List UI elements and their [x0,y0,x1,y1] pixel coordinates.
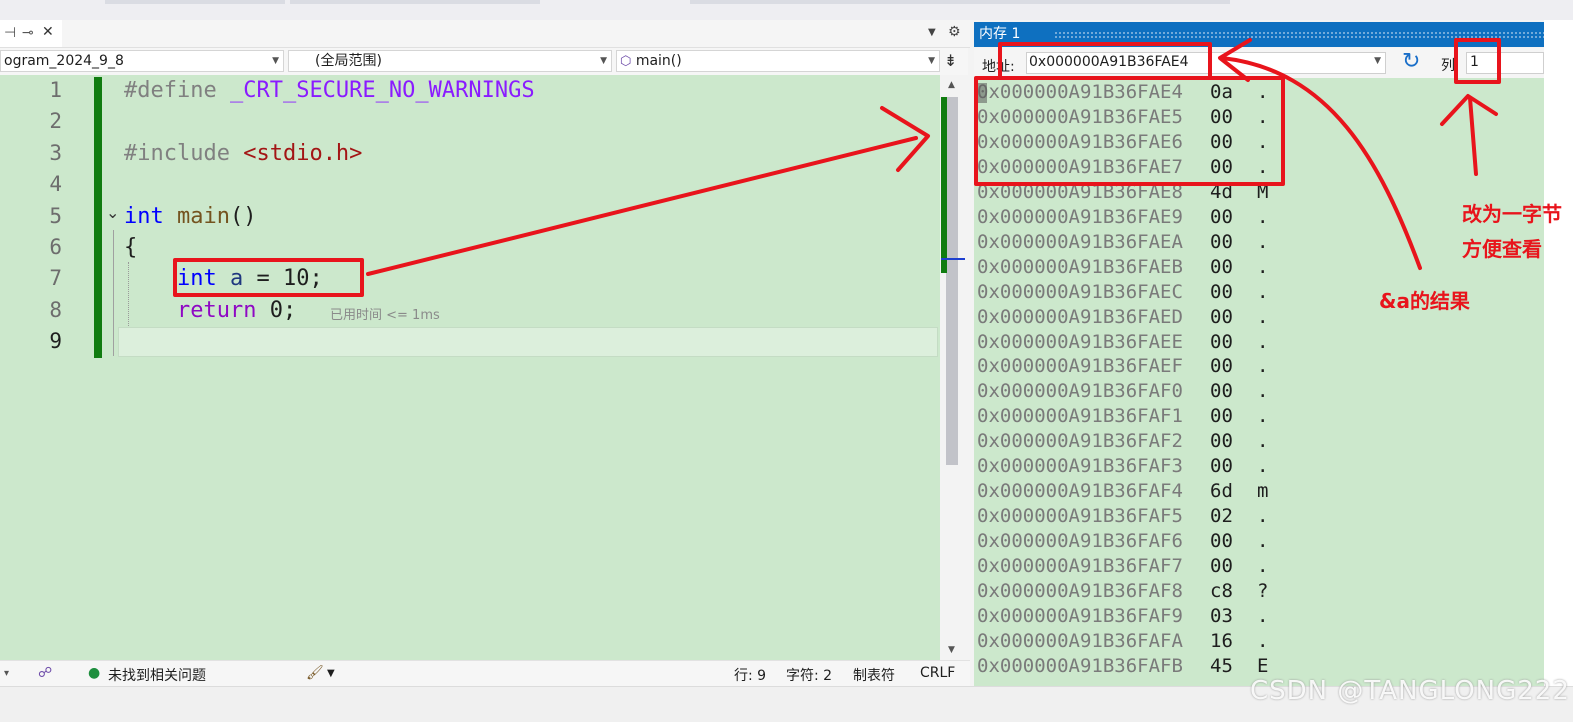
highlight-box-address [998,42,1212,80]
csdn-watermark: CSDN @TANGLONG222 [1250,676,1570,706]
arrow-line-to-memory [366,136,918,276]
highlight-box-bytes [974,76,1285,186]
highlight-box-int-a [173,258,364,297]
annotation-one-byte: 改为一字节 [1462,202,1562,226]
highlight-box-columns [1454,38,1501,84]
annotation-easy-view: 方便查看 [1462,237,1542,261]
arrow-line-to-address [1220,56,1422,270]
annotation-amp-a-result: &a的结果 [1379,289,1470,313]
annotation-overlay [173,38,1501,297]
arrow-line-to-columns [1468,96,1478,176]
